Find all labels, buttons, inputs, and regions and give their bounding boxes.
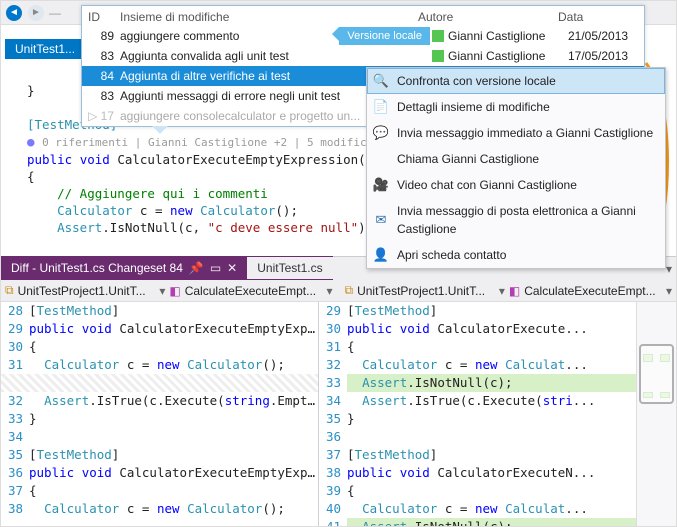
code-line: 31{ [319,338,636,356]
ctx-video[interactable]: 🎥 Video chat con Gianni Castiglione [367,172,665,198]
code-line: 33} [1,410,318,428]
member-icon: ◧ [509,284,520,298]
ctx-label: Dettagli insieme di modifiche [397,98,550,116]
nav-back-button[interactable]: ◄ [5,4,23,22]
chevron-down-icon[interactable]: ▾ [666,284,672,298]
scope-icon: ⧉ [345,283,354,298]
code-line: 32 Assert.IsTrue(c.Execute(string.Empty)… [1,392,318,410]
history-row[interactable]: 89 aggiungere commento Versione locale G… [82,26,644,46]
overview-viewport[interactable] [639,344,674,404]
right-crumb[interactable]: UnitTestProject1.UnitT... [357,284,495,298]
tab-diff-active[interactable]: Diff - UnitTest1.cs Changeset 84 📌 ▭ ✕ [1,257,247,279]
col-date: Data [558,10,638,24]
ctx-label: Confronta con versione locale [397,72,556,90]
left-member[interactable]: CalculateExecuteEmpt... [185,284,323,298]
document-icon: 📄 [373,99,389,115]
col-msg: Insieme di modifiche [120,10,418,24]
code-line: 28[TestMethod] [1,302,318,320]
ctx-label: Apri scheda contatto [397,246,506,264]
code-line: 30public void CalculatorExecute... [319,320,636,338]
tab-unittest-inactive[interactable]: UnitTest1.cs [247,257,332,279]
ctx-email[interactable]: ✉ Invia messaggio di posta elettronica a… [367,198,665,242]
tab-label: Diff - UnitTest1.cs Changeset 84 [11,261,183,275]
chevron-down-icon[interactable]: ▾ [159,284,165,298]
blank-icon [373,151,389,167]
code-line: 39{ [319,482,636,500]
close-icon[interactable]: ✕ [227,261,237,275]
code-line: 35[TestMethod] [1,446,318,464]
overview-ruler[interactable] [636,302,676,526]
code-line: 37{ [1,482,318,500]
code-line: 41 Assert.IsNotNull(c); [319,518,636,526]
ctx-label: Video chat con Gianni Castiglione [397,176,577,194]
code-line: 33 Assert.IsNotNull(c); [319,374,636,392]
tab-label: UnitTest1.cs [257,261,322,275]
code-line: 36 [319,428,636,446]
ctx-open-contact[interactable]: 👤 Apri scheda contatto [367,242,665,268]
code-line: 38public void CalculatorExecuteN... [319,464,636,482]
nav-forward-button[interactable]: ► [27,4,45,22]
history-header: ID Insieme di modifiche Autore Data [82,6,644,26]
code-line: 38 Calculator c = new Calculator(); [1,500,318,518]
context-menu: 🔍 Confronta con versione locale 📄 Dettag… [366,67,666,269]
tab-unittest1[interactable]: UnitTest1... [5,39,85,59]
chevron-down-icon[interactable]: ▾ [666,262,672,276]
code-line: 34 Assert.IsTrue(c.Execute(stri... [319,392,636,410]
diff-view: 28[TestMethod]29public void CalculatorEx… [1,302,636,526]
code-line: 37[TestMethod] [319,446,636,464]
col-author: Autore [418,10,558,24]
code-line [1,374,318,392]
chevron-down-icon[interactable]: ▾ [326,284,332,298]
tab-label: UnitTest1... [15,42,75,56]
codelens[interactable]: 0 riferimenti | Gianni Castiglione +2 | … [42,136,380,149]
popup-pointer [152,126,168,134]
code-line: 36public void CalculatorExecuteEmptyExpr… [1,464,318,482]
diff-pane-left[interactable]: 28[TestMethod]29public void CalculatorEx… [1,302,318,526]
pin-icon[interactable]: 📌 [189,261,204,275]
col-id: ID [88,10,120,24]
code-line: 34 [1,428,318,446]
code-line: 32 Calculator c = new Calculat... [319,356,636,374]
diff-pane-right[interactable]: 29[TestMethod]30public void CalculatorEx… [318,302,636,526]
left-crumb[interactable]: UnitTestProject1.UnitT... [18,284,156,298]
mail-icon: ✉ [373,212,389,228]
code-line: 29public void CalculatorExecuteEmptyExpr… [1,320,318,338]
video-icon: 🎥 [373,177,389,193]
member-icon: ◧ [169,284,180,298]
ctx-im[interactable]: 💬 Invia messaggio immediato a Gianni Cas… [367,120,665,146]
ctx-changeset-details[interactable]: 📄 Dettagli insieme di modifiche [367,94,665,120]
chat-icon: 💬 [373,125,389,141]
local-version-badge: Versione locale [339,27,430,45]
ctx-call[interactable]: Chiama Gianni Castiglione [367,146,665,172]
code-line: 30{ [1,338,318,356]
ctx-label: Invia messaggio di posta elettronica a G… [397,202,655,238]
chevron-down-icon[interactable]: ▾ [499,284,505,298]
history-row[interactable]: 83 Aggiunta convalida agli unit test Gia… [82,46,644,66]
code-line: 31 Calculator c = new Calculator(); [1,356,318,374]
restore-icon[interactable]: ▭ [210,261,221,275]
ctx-label: Chiama Gianni Castiglione [397,150,539,168]
ctx-label: Invia messaggio immediato a Gianni Casti… [397,124,653,142]
ctx-compare-local[interactable]: 🔍 Confronta con versione locale [367,68,665,94]
code-line: 35} [319,410,636,428]
presence-icon [432,30,444,42]
right-member[interactable]: CalculateExecuteEmpt... [524,284,662,298]
toolbar-separator: — [49,6,61,20]
code-line: 40 Calculator c = new Calculat... [319,500,636,518]
presence-icon [432,50,444,62]
contact-icon: 👤 [373,247,389,263]
diff-navbar: ⧉ UnitTestProject1.UnitT... ▾ ◧ Calculat… [1,280,676,302]
magnifier-icon: 🔍 [373,73,389,89]
scope-icon: ⧉ [5,283,14,298]
code-line: 29[TestMethod] [319,302,636,320]
